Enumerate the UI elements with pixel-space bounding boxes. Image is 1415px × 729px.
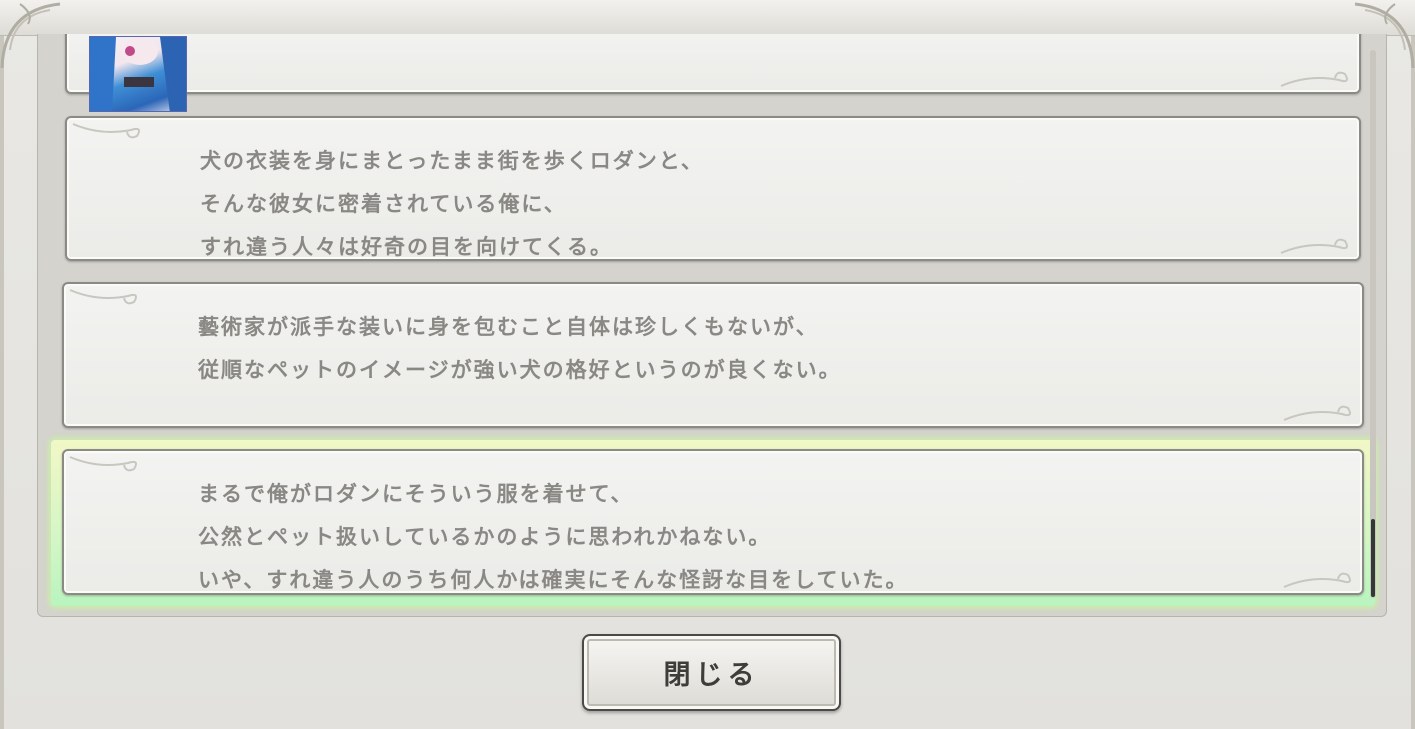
close-button[interactable]: 閉じる xyxy=(582,634,841,711)
backlog-entry[interactable]: 犬の衣装を身にまとったまま街を歩くロダンと、 そんな彼女に密着されている俺に、 … xyxy=(65,116,1361,261)
swirl-ornament-icon xyxy=(1280,71,1348,87)
dialogue-line: まるで俺がロダンにそういう服を着せて、 xyxy=(198,482,634,506)
dialogue-line: 犬の衣装を身にまとったまま街を歩くロダンと、 xyxy=(200,149,704,173)
dialogue-line: 藝術家が派手な装いに身を包むこと自体は珍しくもないが、 xyxy=(198,315,819,339)
character-portrait-icon xyxy=(89,36,187,112)
close-button-label: 閉じる xyxy=(663,660,760,691)
backlog-entry[interactable]: 藝術家が派手な装いに身を包むこと自体は珍しくもないが、 従順なペットのイメージが… xyxy=(62,282,1364,428)
dialogue-line: そんな彼女に密着されている俺に、 xyxy=(200,192,567,216)
swirl-ornament-icon xyxy=(69,289,137,305)
swirl-ornament-icon xyxy=(1283,572,1351,588)
dialogue-line: すれ違う人々は好奇の目を向けてくる。 xyxy=(200,235,613,259)
scrollbar-thumb[interactable] xyxy=(1371,519,1375,597)
backlog-entry-selected[interactable]: まるで俺がロダンにそういう服を着せて、 公然とペット扱いしているかのように思われ… xyxy=(62,449,1364,595)
swirl-ornament-icon xyxy=(1283,405,1351,421)
window-top-band xyxy=(0,0,1415,36)
dialogue-line: 公然とペット扱いしているかのように思われかねない。 xyxy=(198,525,772,549)
dialogue-line: いや、すれ違う人のうち何人かは確実にそんな怪訝な目をしていた。 xyxy=(198,568,909,592)
swirl-ornament-icon xyxy=(1280,238,1348,254)
backlog-entry[interactable] xyxy=(65,34,1361,112)
backlog-scroll-area[interactable]: 犬の衣装を身にまとったまま街を歩くロダンと、 そんな彼女に密着されている俺に、 … xyxy=(37,34,1387,617)
scrollbar-track[interactable] xyxy=(1370,50,1376,598)
swirl-ornament-icon xyxy=(72,123,140,139)
dialogue-line: 従順なペットのイメージが強い犬の格好というのが良くない。 xyxy=(198,358,842,382)
swirl-ornament-icon xyxy=(69,456,137,472)
voice-replay-icon[interactable] xyxy=(1287,34,1339,36)
